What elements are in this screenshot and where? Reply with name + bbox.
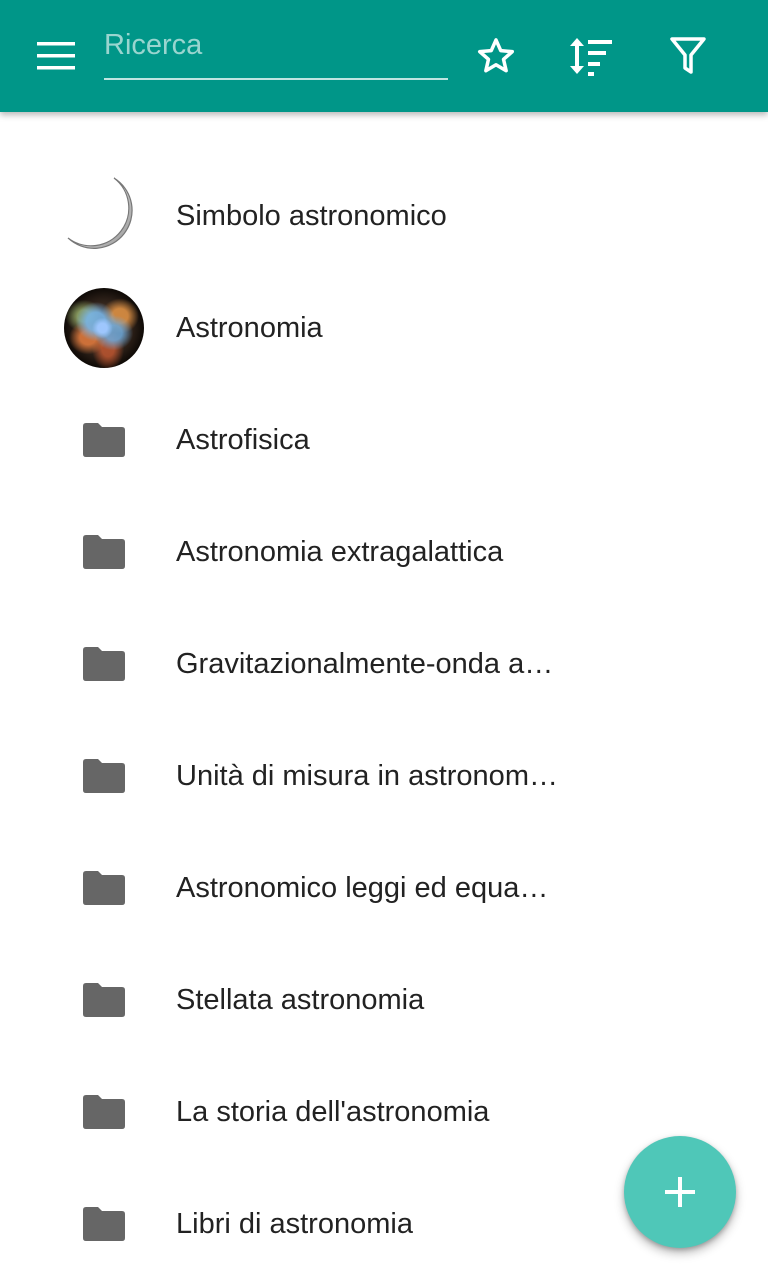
filter-button[interactable]: [662, 30, 714, 82]
list-item[interactable]: Unità di misura in astronom…: [0, 720, 768, 832]
list-item[interactable]: Simbolo astronomico: [0, 160, 768, 272]
list-item-label: Gravitazionalmente-onda a…: [176, 648, 554, 680]
star-outline-icon: [477, 38, 515, 73]
menu-icon: [37, 42, 75, 70]
filter-icon: [670, 37, 706, 74]
menu-button[interactable]: [30, 34, 82, 78]
list-item-label: Astronomia extragalattica: [176, 536, 504, 568]
crescent-moon-icon: [67, 177, 133, 249]
category-list: Simbolo astronomico Astronomia Astrofisi…: [0, 160, 768, 1280]
favorites-button[interactable]: [470, 30, 522, 82]
list-item[interactable]: Gravitazionalmente-onda a…: [0, 608, 768, 720]
sort-button[interactable]: [565, 30, 617, 82]
list-item[interactable]: Astronomia: [0, 272, 768, 384]
nebula-image: [64, 288, 144, 368]
item-thumbnail: [64, 1184, 144, 1264]
folder-icon: [83, 1095, 125, 1129]
item-thumbnail: [64, 512, 144, 592]
search-input[interactable]: [104, 24, 448, 80]
folder-icon: [83, 1207, 125, 1241]
item-thumbnail: [64, 400, 144, 480]
sort-icon: [570, 38, 612, 76]
list-item-label: Astronomia: [176, 312, 323, 344]
list-item-label: Unità di misura in astronom…: [176, 760, 558, 792]
list-item-label: Astrofisica: [176, 424, 310, 456]
folder-icon: [83, 871, 125, 905]
folder-icon: [83, 535, 125, 569]
list-item[interactable]: Astronomia extragalattica: [0, 496, 768, 608]
list-item-label: Stellata astronomia: [176, 984, 425, 1016]
folder-icon: [83, 759, 125, 793]
list-item[interactable]: Stellata astronomia: [0, 944, 768, 1056]
item-thumbnail: [64, 288, 144, 368]
item-thumbnail: [64, 960, 144, 1040]
add-button[interactable]: [624, 1136, 736, 1248]
folder-icon: [83, 423, 125, 457]
app-bar: [0, 0, 768, 112]
list-item-label: Simbolo astronomico: [176, 200, 447, 232]
list-item[interactable]: Astrofisica: [0, 384, 768, 496]
plus-icon: [665, 1177, 695, 1207]
item-thumbnail: [64, 176, 144, 256]
item-thumbnail: [64, 736, 144, 816]
folder-icon: [83, 647, 125, 681]
list-item-label: La storia dell'astronomia: [176, 1096, 490, 1128]
folder-icon: [83, 983, 125, 1017]
item-thumbnail: [64, 848, 144, 928]
item-thumbnail: [64, 1072, 144, 1152]
list-item[interactable]: Astronomico leggi ed equa…: [0, 832, 768, 944]
list-item-label: Libri di astronomia: [176, 1208, 413, 1240]
item-thumbnail: [64, 624, 144, 704]
search-container: [104, 24, 448, 82]
list-item-label: Astronomico leggi ed equa…: [176, 872, 549, 904]
